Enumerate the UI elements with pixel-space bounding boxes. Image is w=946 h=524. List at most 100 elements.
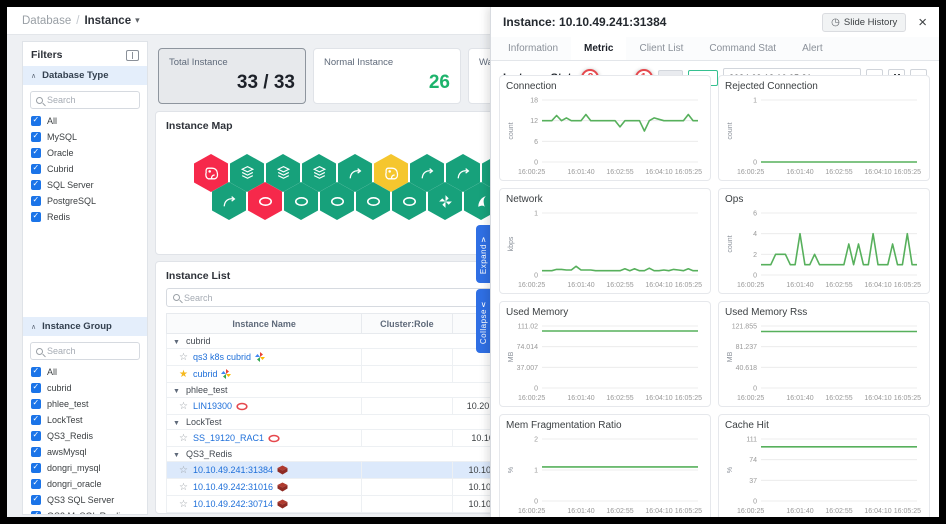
- collapse-panel-tab[interactable]: ∨ Collapse: [476, 289, 491, 353]
- checkbox-checked-icon[interactable]: [31, 494, 41, 505]
- tab-information[interactable]: Information: [495, 37, 571, 60]
- svg-text:111: 111: [746, 437, 757, 444]
- checkbox-checked-icon[interactable]: [31, 414, 41, 425]
- chart-title: Ops: [725, 194, 744, 205]
- svg-text:16:01:40: 16:01:40: [567, 508, 594, 515]
- summary-card-value: 26: [428, 72, 450, 93]
- svg-text:0: 0: [534, 499, 538, 506]
- breadcrumb-page[interactable]: Instance: [84, 15, 131, 27]
- instance-link[interactable]: qs3 k8s cubrid: [193, 352, 251, 362]
- filter-group-database-type: ∧ Database Type All MySQL Oracle Cubrid …: [23, 66, 147, 225]
- filter-item-sql-server[interactable]: SQL Server: [23, 177, 147, 193]
- filter-item-label: SQL Server: [47, 180, 94, 190]
- filter-item-label: All: [47, 367, 58, 377]
- sidebar-collapse-icon[interactable]: [126, 49, 139, 61]
- star-outline-icon[interactable]: ☆: [179, 433, 188, 444]
- breadcrumb-section[interactable]: Database: [22, 15, 71, 27]
- svg-text:16:00:25: 16:00:25: [518, 282, 545, 289]
- svg-text:16:04:10: 16:04:10: [645, 395, 672, 402]
- checkbox-checked-icon[interactable]: [31, 398, 41, 409]
- tab-client-list[interactable]: Client List: [626, 37, 696, 60]
- svg-text:0: 0: [753, 273, 757, 280]
- star-outline-icon[interactable]: ☆: [179, 499, 188, 510]
- tab-alert[interactable]: Alert: [789, 37, 836, 60]
- tab-metric[interactable]: Metric: [571, 37, 627, 60]
- checkbox-checked-icon[interactable]: [31, 478, 41, 489]
- checkbox-checked-icon[interactable]: [31, 147, 41, 158]
- svg-text:12: 12: [530, 118, 538, 125]
- checkbox-checked-icon[interactable]: [31, 131, 41, 142]
- checkbox-checked-icon[interactable]: [31, 179, 41, 190]
- filter-item-all[interactable]: All: [23, 113, 147, 129]
- filter-item-cubrid[interactable]: cubrid: [23, 380, 147, 396]
- instance-link[interactable]: 10.10.49.242:31016: [193, 482, 273, 492]
- filter-item-qs3-sql-server[interactable]: QS3 SQL Server: [23, 492, 147, 508]
- instance-link[interactable]: SS_19120_RAC1: [193, 433, 264, 443]
- instance-link[interactable]: LIN19300: [193, 401, 232, 411]
- filter-item-mysql[interactable]: MySQL: [23, 129, 147, 145]
- summary-card-value: 33 / 33: [236, 72, 295, 93]
- filter-item-awsmysql[interactable]: awsMysql: [23, 444, 147, 460]
- checkbox-checked-icon[interactable]: [31, 462, 41, 473]
- slide-history-button[interactable]: ◷ Slide History: [822, 12, 907, 32]
- svg-text:111.02: 111.02: [518, 324, 538, 331]
- chevron-down-icon[interactable]: ▾: [135, 15, 140, 26]
- filter-item-redis[interactable]: Redis: [23, 209, 147, 225]
- instance-link[interactable]: cubrid: [193, 369, 218, 379]
- filter-item-locktest[interactable]: LockTest: [23, 412, 147, 428]
- group-name: phlee_test: [185, 385, 228, 395]
- close-icon[interactable]: ×: [918, 15, 927, 30]
- chevron-up-icon: ∧: [31, 323, 37, 331]
- checkbox-checked-icon[interactable]: [31, 211, 41, 222]
- filter-item-cubrid[interactable]: Cubrid: [23, 161, 147, 177]
- filter-item-oracle[interactable]: Oracle: [23, 145, 147, 161]
- instance-link[interactable]: 10.10.49.242:30714: [193, 499, 273, 509]
- summary-card-label: Normal Instance: [324, 57, 394, 68]
- filter-item-label: cubrid: [47, 383, 72, 393]
- tab-command-stat[interactable]: Command Stat: [696, 37, 789, 60]
- checkbox-checked-icon[interactable]: [31, 382, 41, 393]
- svg-text:16:04:10: 16:04:10: [864, 169, 891, 176]
- svg-text:16:00:25: 16:00:25: [737, 169, 764, 176]
- star-outline-icon[interactable]: ☆: [179, 482, 188, 493]
- svg-text:16:05:25: 16:05:25: [675, 282, 702, 289]
- svg-text:16:05:25: 16:05:25: [894, 395, 921, 402]
- filter-item-qs3-mysql-replica[interactable]: QS3 MySQL Replica: [23, 508, 147, 514]
- summary-card-total-instance[interactable]: Total Instance 33 / 33: [158, 48, 306, 104]
- checkbox-checked-icon[interactable]: [31, 430, 41, 441]
- filter-group-header[interactable]: ∧ Database Type: [23, 66, 147, 85]
- chart-used-memory-rss: Used Memory Rss 0 40.618 81.237 121.855 16:0…: [718, 301, 930, 407]
- checkbox-checked-icon[interactable]: [31, 446, 41, 457]
- chart-plot: 0 1 16:00:25 16:01:40 16:02:55 16:04:10 16:05:…: [727, 98, 921, 177]
- star-outline-icon[interactable]: ☆: [179, 465, 188, 476]
- filter-group-header[interactable]: ∧ Instance Group: [23, 317, 147, 336]
- star-filled-icon[interactable]: ★: [179, 369, 188, 380]
- checkbox-checked-icon[interactable]: [31, 510, 41, 514]
- svg-text:16:01:40: 16:01:40: [786, 282, 813, 289]
- svg-text:kbps: kbps: [508, 236, 515, 251]
- checkbox-checked-icon[interactable]: [31, 163, 41, 174]
- svg-text:6: 6: [534, 139, 538, 146]
- filter-item-qs3-redis[interactable]: QS3_Redis: [23, 428, 147, 444]
- chart-ops: Ops 0 2 4 6 16:00:25 16:01:40 16:02:55 16:04:10…: [718, 188, 930, 294]
- filter-item-all[interactable]: All: [23, 364, 147, 380]
- chart-cache-hit: Cache Hit 0 37 74 111 16:00:25 16:01:40 16:02:…: [718, 414, 930, 517]
- filter-item-label: QS3 MySQL Replica: [47, 511, 130, 514]
- star-outline-icon[interactable]: ☆: [179, 401, 188, 412]
- checkbox-checked-icon[interactable]: [31, 195, 41, 206]
- instance-link[interactable]: 10.10.49.241:31384: [193, 465, 273, 475]
- filter-item-dongri-oracle[interactable]: dongri_oracle: [23, 476, 147, 492]
- svg-text:16:01:40: 16:01:40: [786, 508, 813, 515]
- filter-item-postgresql[interactable]: PostgreSQL: [23, 193, 147, 209]
- filter-search-input[interactable]: [47, 346, 134, 356]
- filter-item-dongri-mysql[interactable]: dongri_mysql: [23, 460, 147, 476]
- expand-panel-tab[interactable]: ∧ Expand: [476, 225, 491, 283]
- checkbox-checked-icon[interactable]: [31, 366, 41, 377]
- filter-search-input[interactable]: [47, 95, 134, 105]
- checkbox-checked-icon[interactable]: [31, 115, 41, 126]
- column-header[interactable]: Cluster:Role: [361, 313, 453, 334]
- filter-item-phlee-test[interactable]: phlee_test: [23, 396, 147, 412]
- star-outline-icon[interactable]: ☆: [179, 352, 188, 363]
- column-header[interactable]: Instance Name: [165, 313, 363, 334]
- summary-card-normal-instance[interactable]: Normal Instance 26: [313, 48, 461, 104]
